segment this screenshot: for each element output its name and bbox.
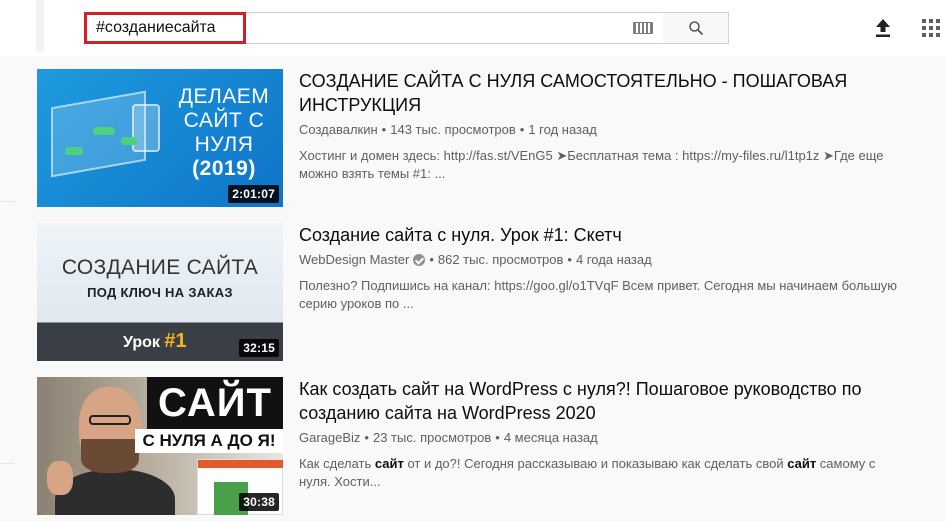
video-description: Как сделать сайт от и до?! Сегодня расск… bbox=[299, 455, 899, 491]
thumbnail-subcaption: ПОД КЛЮЧ НА ЗАКАЗ bbox=[87, 285, 233, 300]
guide-button-area bbox=[36, 0, 44, 52]
verified-badge-icon bbox=[413, 254, 426, 266]
video-title[interactable]: Как создать сайт на WordPress с нуля?! П… bbox=[299, 377, 919, 425]
view-count: 23 тыс. просмотров bbox=[372, 430, 492, 445]
thumbnail-lesson-label: Урок #1 bbox=[123, 330, 187, 353]
thumbnail-caption: СОЗДАНИЕ САЙТА bbox=[61, 256, 259, 279]
video-thumbnail[interactable]: ДЕЛАЕМ САЙТ С НУЛЯ (2019) 2:01:07 bbox=[37, 69, 283, 207]
apps-grid-icon[interactable] bbox=[922, 19, 940, 37]
video-result[interactable]: ДЕЛАЕМ САЙТ С НУЛЯ (2019) 2:01:07 СОЗДАН… bbox=[37, 69, 937, 207]
upload-age: 1 год назад bbox=[528, 122, 597, 137]
video-result[interactable]: САЙТ С НУЛЯ А ДО Я! 30:38 Как создать са… bbox=[37, 377, 937, 515]
description-text: от и до?! Сегодня рассказываю и показыва… bbox=[403, 456, 788, 471]
video-meta: GarageBiz • 23 тыс. просмотров • 4 месяц… bbox=[299, 429, 919, 447]
video-info: Как создать сайт на WordPress с нуля?! П… bbox=[299, 377, 919, 491]
description-highlight: сайт bbox=[374, 456, 404, 471]
meta-separator: • bbox=[495, 430, 500, 445]
lesson-word: Урок bbox=[123, 334, 160, 351]
phone-illustration bbox=[132, 104, 160, 152]
view-count: 143 тыс. просмотров bbox=[390, 122, 516, 137]
meta-separator: • bbox=[381, 122, 387, 137]
video-info: СОЗДАНИЕ САЙТА С НУЛЯ САМОСТОЯТЕЛЬНО - П… bbox=[299, 69, 919, 183]
sidebar-divider bbox=[0, 463, 14, 464]
thumbnail-caption-line: ДЕЛАЕМ bbox=[178, 85, 270, 108]
video-duration: 32:15 bbox=[239, 339, 279, 357]
video-meta: Создавалкин • 143 тыс. просмотров • 1 го… bbox=[299, 121, 919, 139]
upload-icon[interactable] bbox=[874, 18, 892, 38]
thumbnail-caption: ДЕЛАЕМ САЙТ С НУЛЯ (2019) bbox=[169, 85, 279, 181]
lesson-number: #1 bbox=[164, 330, 187, 352]
search-input[interactable]: #созданиесайта bbox=[84, 12, 246, 44]
channel-name[interactable]: Создавалкин bbox=[299, 121, 378, 139]
view-count: 862 тыс. просмотров bbox=[437, 252, 564, 267]
video-description: Хостинг и домен здесь: http://fas.st/VEn… bbox=[299, 148, 884, 181]
search-icon bbox=[688, 21, 703, 35]
thumbnail-caption-line: (2019) bbox=[192, 157, 256, 180]
channel-name[interactable]: WebDesign Master bbox=[299, 251, 409, 269]
thumbnail-caption: САЙТ bbox=[147, 377, 283, 429]
upload-age: 4 месяца назад bbox=[503, 430, 598, 445]
website-header-bar bbox=[198, 460, 283, 468]
meta-separator: • bbox=[429, 252, 434, 267]
presenter-hand bbox=[47, 461, 73, 495]
thumbnail-subcaption: С НУЛЯ А ДО Я! bbox=[135, 429, 283, 453]
search-button[interactable] bbox=[663, 12, 729, 44]
chat-bubble-illustration bbox=[65, 147, 83, 155]
video-result[interactable]: СОЗДАНИЕ САЙТА ПОД КЛЮЧ НА ЗАКАЗ Урок #1… bbox=[37, 223, 937, 361]
masthead: #созданиесайта bbox=[0, 0, 945, 56]
video-duration: 30:38 bbox=[239, 493, 279, 511]
description-text: Как сделать bbox=[299, 456, 375, 471]
page: #созданиесайта ДЕЛАЕМ САЙТ С НУЛЯ (2019)… bbox=[0, 0, 945, 521]
channel-name[interactable]: GarageBiz bbox=[299, 429, 360, 447]
presenter-glasses bbox=[89, 415, 131, 425]
video-info: Создание сайта с нуля. Урок #1: Скетч We… bbox=[299, 223, 919, 313]
meta-separator: • bbox=[364, 430, 369, 445]
description-highlight: сайт bbox=[787, 456, 817, 471]
presenter-body bbox=[55, 469, 175, 515]
video-thumbnail[interactable]: САЙТ С НУЛЯ А ДО Я! 30:38 bbox=[37, 377, 283, 515]
chat-bubble-illustration bbox=[93, 127, 115, 135]
video-duration: 2:01:07 bbox=[228, 185, 279, 203]
video-title[interactable]: СОЗДАНИЕ САЙТА С НУЛЯ САМОСТОЯТЕЛЬНО - П… bbox=[299, 69, 919, 117]
presenter-beard bbox=[81, 439, 139, 473]
chat-bubble-illustration bbox=[121, 137, 137, 145]
meta-separator: • bbox=[519, 122, 525, 137]
meta-separator: • bbox=[567, 252, 572, 267]
thumbnail-caption-line: НУЛЯ bbox=[194, 133, 254, 156]
video-description: Полезно? Подпишись на канал: https://goo… bbox=[299, 278, 898, 311]
upload-age: 4 года назад bbox=[575, 252, 652, 267]
sidebar-divider bbox=[0, 201, 14, 202]
thumbnail-caption-line: САЙТ С bbox=[183, 109, 265, 132]
keyboard-icon[interactable] bbox=[633, 22, 653, 34]
video-meta: WebDesign Master • 862 тыс. просмотров •… bbox=[299, 251, 919, 269]
video-thumbnail[interactable]: СОЗДАНИЕ САЙТА ПОД КЛЮЧ НА ЗАКАЗ Урок #1… bbox=[37, 223, 283, 361]
video-title[interactable]: Создание сайта с нуля. Урок #1: Скетч bbox=[299, 223, 919, 247]
search-query: #созданиесайта bbox=[96, 19, 216, 36]
